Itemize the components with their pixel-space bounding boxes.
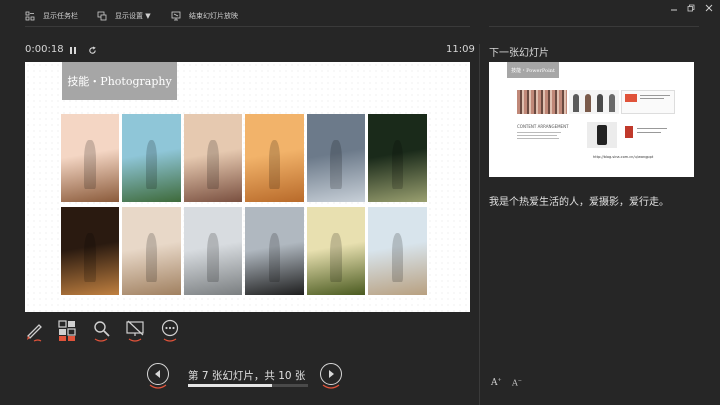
end-show-button[interactable]: 结束幻灯片放映 [171, 9, 238, 23]
photo-child-portrait [61, 114, 119, 202]
panel-divider [479, 44, 480, 405]
see-all-slides-button[interactable] [58, 319, 78, 343]
close-button[interactable] [702, 2, 716, 14]
monitor-icon [97, 11, 107, 21]
restore-icon [687, 4, 695, 12]
pen-tool-button[interactable] [25, 319, 45, 343]
end-show-label: 结束幻灯片放映 [189, 12, 238, 20]
photo-woman-beach [368, 207, 427, 295]
black-screen-button[interactable] [126, 319, 146, 343]
slide-counter: 第 7 张幻灯片，共 10 张 [188, 370, 306, 382]
speaker-notes: 我是个热爱生活的人，爱摄影，爱行走。 [489, 197, 669, 208]
photo-street-shade [368, 114, 427, 202]
pen-icon [27, 324, 42, 342]
minimize-icon [671, 9, 677, 11]
photo-woman-railing [122, 207, 181, 295]
photo-smiling-woman [184, 114, 242, 202]
thumbnail-doc [621, 90, 675, 114]
clock: 11:09 [446, 44, 475, 55]
photo-woman-black-dress [245, 207, 304, 295]
next-slide-title: 技能・PowerPoint [507, 62, 559, 78]
previous-underline-icon [149, 384, 167, 389]
close-icon [705, 4, 713, 12]
photo-lake-trees [122, 114, 181, 202]
thumbnail-collage [517, 90, 567, 114]
current-slide[interactable]: 技能・Photography [25, 62, 470, 312]
end-show-icon [171, 11, 181, 21]
next-slide-heading: 下一张幻灯片 [489, 48, 549, 59]
thumbnail-url: http://blog.sina.com.cn/u/wangppt [593, 155, 654, 159]
show-taskbar-button[interactable]: 显示任务栏 [25, 9, 78, 23]
thumbnail-phone [587, 122, 617, 148]
show-taskbar-label: 显示任务栏 [43, 12, 78, 20]
next-underline-icon [322, 384, 340, 389]
toolbar-divider [25, 26, 470, 27]
photo-woman-on-steps [307, 114, 365, 202]
reset-icon [88, 46, 96, 54]
thumbnail-people [569, 90, 619, 114]
arrow-left-icon [155, 370, 160, 378]
more-options-button[interactable] [161, 319, 181, 343]
grid-icon [58, 320, 76, 341]
thumbnail-box [623, 124, 673, 148]
elapsed-timer: 0:00:18 [25, 44, 64, 55]
thumbnail-text-block: CONTENT ARRANGEMENT [517, 124, 569, 152]
arrow-right-icon [329, 370, 334, 378]
display-settings-label: 显示设置 ▼ [115, 12, 151, 20]
more-icon [161, 319, 179, 342]
photo-bridge-tracks [184, 207, 242, 295]
zoom-button[interactable] [92, 319, 112, 343]
toolbar-divider-right [489, 26, 699, 27]
slide-progress-bar [188, 384, 308, 387]
magnifier-icon [94, 321, 110, 342]
pause-icon [70, 46, 76, 54]
photo-night-street [61, 207, 119, 295]
minimize-button[interactable] [667, 2, 681, 14]
restore-button[interactable] [684, 2, 698, 14]
black-screen-icon [126, 320, 144, 342]
slide-title: 技能・Photography [62, 62, 177, 100]
next-slide-preview[interactable]: 技能・PowerPoint CONTENT ARRANGEMENT http:/… [489, 62, 694, 177]
thumbnail-caption: CONTENT ARRANGEMENT [517, 124, 569, 129]
slide-progress-fill [188, 384, 272, 387]
pause-timer-button[interactable] [67, 44, 79, 56]
photo-grass-sunlight [307, 207, 365, 295]
photo-sunset [245, 114, 304, 202]
display-settings-button[interactable]: 显示设置 ▼ [97, 9, 151, 23]
reset-timer-button[interactable] [86, 44, 98, 56]
taskbar-icon [25, 11, 35, 21]
increase-font-button[interactable]: A+ [491, 377, 502, 388]
decrease-font-button[interactable]: A− [512, 378, 522, 388]
